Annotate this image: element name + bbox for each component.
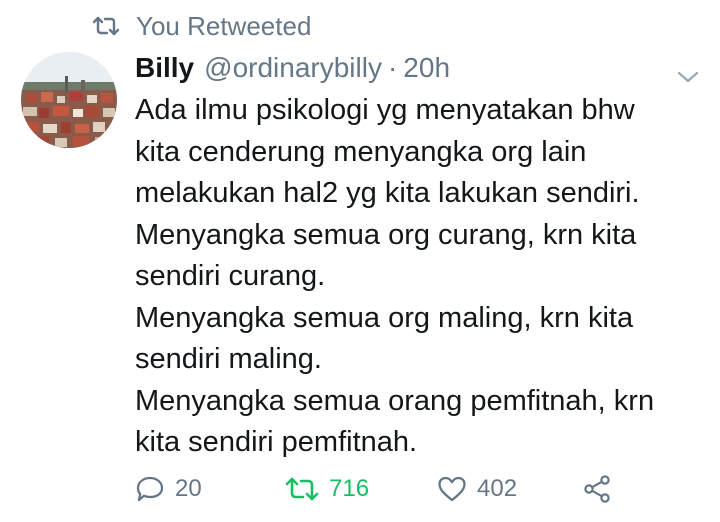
tweet-text-line: melakukan hal2 yg kita lakukan sendiri. — [135, 177, 640, 209]
tweet-action-bar: 20 716 402 — [135, 469, 695, 509]
author-handle[interactable]: @ordinarybilly — [204, 52, 382, 84]
retweet-button[interactable]: 716 — [285, 469, 369, 509]
retweet-icon — [285, 476, 319, 502]
retweet-icon — [92, 14, 122, 38]
tweet-text-line: sendiri curang. — [135, 260, 326, 292]
tweet-text-line: Ada ilmu psikologi yg menyatakan bhw — [135, 94, 635, 126]
like-button[interactable]: 402 — [437, 469, 517, 509]
tweet-text-line: Menyangka semua orang pemfitnah, krn — [135, 384, 655, 417]
retweet-count: 716 — [329, 475, 370, 502]
reply-icon — [135, 475, 165, 503]
share-icon — [582, 474, 612, 504]
tweet-text-line: Menyangka semua org maling, krn kita — [135, 301, 634, 334]
share-button[interactable] — [582, 469, 612, 509]
tweet-text-line: kita cenderung menyangka org lain — [135, 135, 587, 168]
retweet-context-label: You Retweeted — [136, 10, 312, 41]
tweet-text-line: sendiri maling. — [135, 343, 322, 375]
heart-icon — [437, 475, 467, 503]
tweet-text: Ada ilmu psikologi yg menyatakan bhw kit… — [135, 90, 700, 464]
retweet-context: You Retweeted — [92, 8, 311, 44]
avatar[interactable] — [21, 52, 117, 148]
separator-dot: · — [387, 52, 398, 83]
tweet-text-line: kita sendiri pemfitnah. — [135, 426, 418, 458]
reply-button[interactable]: 20 — [135, 469, 202, 509]
author-name[interactable]: Billy — [135, 52, 194, 84]
reply-count: 20 — [175, 475, 202, 502]
chevron-down-icon[interactable] — [676, 60, 700, 83]
tweet-author-row: Billy @ordinarybilly · 20h — [135, 48, 700, 88]
like-count: 402 — [477, 475, 518, 502]
tweet-text-line: Menyangka semua org curang, krn kita — [135, 218, 637, 251]
tweet-timestamp[interactable]: 20h — [403, 52, 450, 84]
